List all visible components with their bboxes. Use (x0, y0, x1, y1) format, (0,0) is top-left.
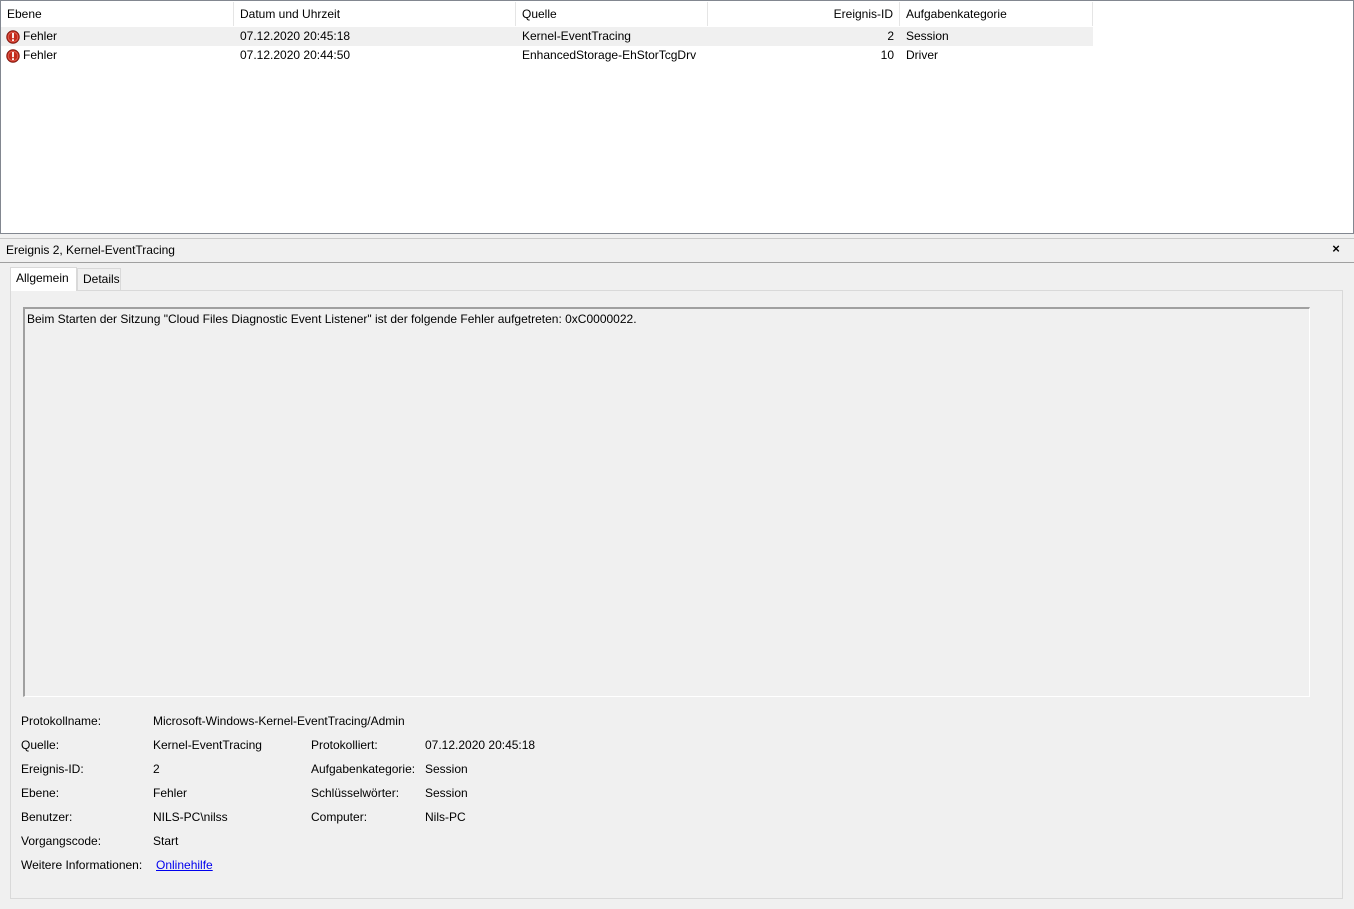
keywords-label: Schlüsselwörter: (311, 786, 400, 800)
column-header-level[interactable]: Ebene (1, 2, 234, 26)
logged-value: 07.12.2020 20:45:18 (425, 738, 536, 752)
user-label: Benutzer: (21, 810, 73, 824)
event-description[interactable]: Beim Starten der Sitzung "Cloud Files Di… (23, 307, 1310, 697)
level-value: Fehler (153, 786, 188, 800)
event-level-cell: Fehler (1, 46, 234, 65)
online-help-link[interactable]: Onlinehilfe (156, 857, 213, 873)
column-header-datetime[interactable]: Datum und Uhrzeit (234, 2, 516, 26)
opcode-value: Start (153, 834, 179, 848)
column-header-event-id[interactable]: Ereignis-ID (708, 2, 900, 26)
detail-divider (0, 262, 1354, 263)
event-datetime: 07.12.2020 20:45:18 (240, 29, 351, 43)
error-icon (6, 48, 20, 63)
log-name-label: Protokollname: (21, 714, 102, 728)
event-datetime: 07.12.2020 20:44:50 (240, 48, 351, 62)
opcode-label: Vorgangscode: (21, 834, 102, 848)
event-id-value: 2 (153, 762, 160, 776)
event-row[interactable]: Fehler 07.12.2020 20:45:18 Kernel-EventT… (1, 27, 1093, 46)
error-icon (6, 29, 20, 44)
log-name-value: Microsoft-Windows-Kernel-EventTracing/Ad… (153, 714, 405, 728)
event-level-text: Fehler (23, 29, 58, 43)
tab-general[interactable]: Allgemein (10, 267, 77, 291)
computer-label: Computer: (311, 810, 368, 824)
more-info-label: Weitere Informationen: (21, 858, 143, 872)
computer-value: Nils-PC (425, 810, 466, 824)
tab-details[interactable]: Details (77, 268, 121, 290)
event-list[interactable]: Ebene Datum und Uhrzeit Quelle Ereignis-… (0, 0, 1354, 234)
task-category-value: Session (425, 762, 468, 776)
keywords-value: Session (425, 786, 468, 800)
event-source: EnhancedStorage-EhStorTcgDrv (522, 48, 697, 62)
source-label: Quelle: (21, 738, 60, 752)
detail-title: Ereignis 2, Kernel-EventTracing (6, 243, 175, 257)
event-category: Session (906, 29, 949, 43)
column-header-category[interactable]: Aufgabenkategorie (900, 2, 1093, 26)
event-id-label: Ereignis-ID: (21, 762, 84, 776)
event-id: 2 (887, 29, 894, 43)
level-label: Ebene: (21, 786, 60, 800)
event-row[interactable]: Fehler 07.12.2020 20:44:50 EnhancedStora… (1, 46, 1093, 65)
event-level-cell: Fehler (1, 27, 234, 46)
source-value: Kernel-EventTracing (153, 738, 262, 752)
event-list-header: Ebene Datum und Uhrzeit Quelle Ereignis-… (1, 2, 1093, 26)
close-icon[interactable]: × (1328, 241, 1344, 257)
event-category: Driver (906, 48, 938, 62)
pane-splitter[interactable] (0, 234, 1354, 239)
task-category-label: Aufgabenkategorie: (311, 762, 416, 776)
event-id: 10 (880, 48, 894, 62)
user-value: NILS-PC\nilss (153, 810, 228, 824)
event-level-text: Fehler (23, 48, 58, 62)
logged-label: Protokolliert: (311, 738, 378, 752)
event-source: Kernel-EventTracing (522, 29, 631, 43)
column-header-source[interactable]: Quelle (516, 2, 708, 26)
